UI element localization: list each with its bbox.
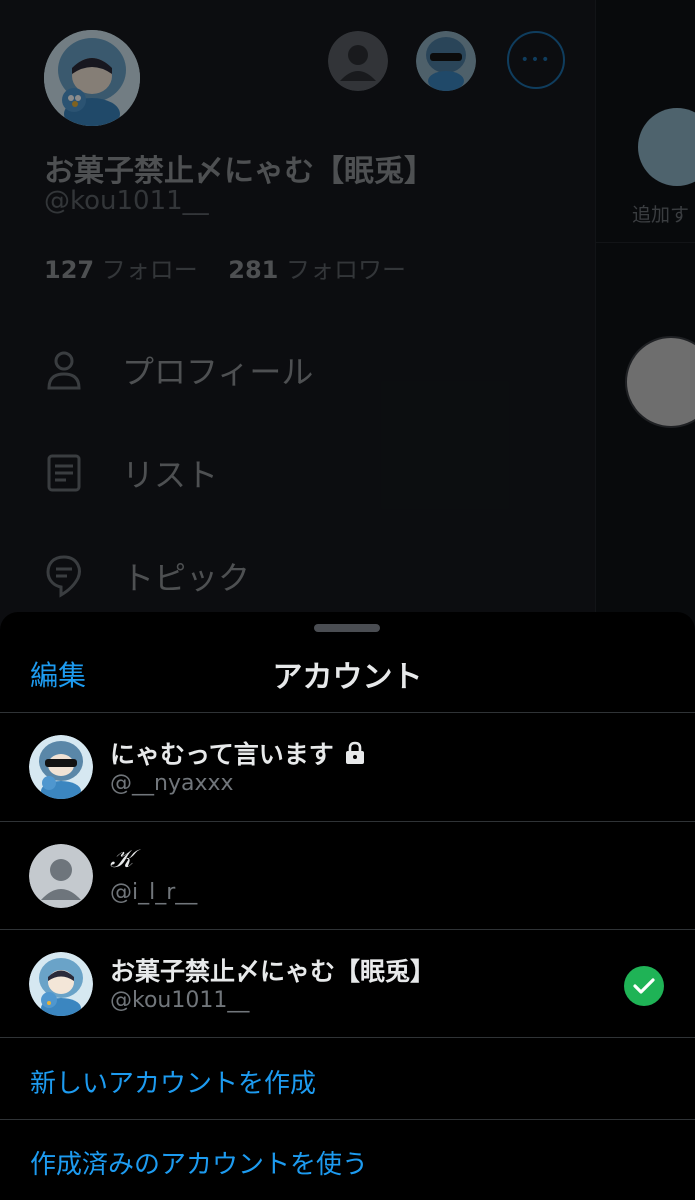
account-handle: @__nyaxxx <box>110 771 234 796</box>
account-name: お菓子禁止〆にゃむ【眠兎】 <box>110 952 435 988</box>
divider <box>0 1119 695 1120</box>
account-row[interactable]: 𝒦 @i_l_r__ <box>0 822 695 929</box>
account-avatar <box>29 952 93 1016</box>
lock-icon <box>344 741 366 765</box>
account-name: にゃむって言います <box>110 735 366 771</box>
account-name: 𝒦 <box>110 844 133 874</box>
sheet-title: アカウント <box>272 660 423 695</box>
account-name-text: お菓子禁止〆にゃむ【眠兎】 <box>110 957 436 986</box>
selected-check-icon <box>624 966 664 1006</box>
divider <box>0 1037 695 1038</box>
account-name-text: にゃむって言います <box>110 740 334 769</box>
create-account-link[interactable]: 新しいアカウントを作成 <box>30 1063 316 1100</box>
account-handle: @i_l_r__ <box>110 880 198 905</box>
accounts-bottom-sheet: 編集 アカウント にゃむって言います @__nyaxxx 𝒦 @i_l_r__ … <box>0 612 695 1200</box>
account-row-selected[interactable]: お菓子禁止〆にゃむ【眠兎】 @kou1011__ <box>0 930 695 1037</box>
account-row[interactable]: にゃむって言います @__nyaxxx <box>0 713 695 820</box>
sheet-drag-handle[interactable] <box>314 624 380 632</box>
account-handle: @kou1011__ <box>110 988 250 1013</box>
use-existing-account-link[interactable]: 作成済みのアカウントを使う <box>30 1144 368 1181</box>
account-name-text: 𝒦 <box>110 844 134 873</box>
account-avatar <box>29 735 93 799</box>
default-avatar-icon <box>29 844 93 908</box>
